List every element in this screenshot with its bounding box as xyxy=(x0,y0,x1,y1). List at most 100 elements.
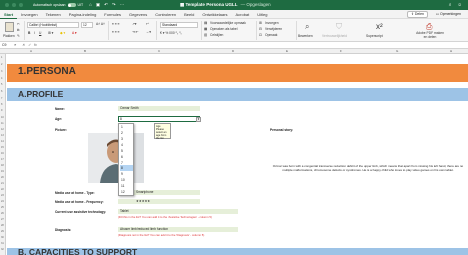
cell-styles-icon[interactable]: ▥ xyxy=(204,33,207,37)
format-table-button[interactable]: Opmaken als tabel xyxy=(210,27,238,31)
italic-button[interactable]: I xyxy=(34,31,35,35)
column-header[interactable]: G xyxy=(396,49,398,54)
copy-icon[interactable]: ⧉ xyxy=(17,28,19,32)
maximize-window-button[interactable] xyxy=(19,3,23,7)
magnifier-icon[interactable]: ⌕ xyxy=(305,22,309,32)
create-pdf-button[interactable]: Adobe PDF maken en delen xyxy=(414,31,446,39)
tab-draw[interactable]: Tekenen xyxy=(42,10,65,19)
conditional-format-icon[interactable]: ▤ xyxy=(204,21,207,25)
row-header[interactable]: 24 xyxy=(1,200,4,203)
tab-formulas[interactable]: Formules xyxy=(100,10,125,19)
dropdown-arrow-icon[interactable]: ▾ xyxy=(196,117,201,122)
column-header[interactable]: B xyxy=(84,49,86,54)
row-header[interactable]: 26 xyxy=(1,212,4,215)
save-icon[interactable]: ▣ xyxy=(96,2,100,8)
assistive-tech-value-cell[interactable]: Tablet xyxy=(118,209,238,214)
row-header[interactable]: 31 xyxy=(1,242,4,245)
table-icon[interactable]: ▦ xyxy=(204,27,207,31)
dropdown-option[interactable]: 1 xyxy=(121,125,123,129)
format-cells-icon[interactable]: ⊡ xyxy=(259,33,262,37)
row-header[interactable]: 29 xyxy=(1,230,4,233)
currency-icon[interactable]: € ▾ % 000 ⁰₀ ⁰₀ xyxy=(160,31,182,35)
column-header[interactable]: A xyxy=(30,49,32,54)
row-header[interactable]: 8 xyxy=(1,103,2,106)
function-icon[interactable]: fx xyxy=(34,43,37,47)
wrap-text-icon[interactable]: ↵ xyxy=(146,22,149,26)
namebox-dropdown-icon[interactable]: ▾ xyxy=(14,43,16,47)
tab-view[interactable]: Beeld xyxy=(180,10,198,19)
comments-button[interactable]: ▭ Opmerkingen xyxy=(433,11,464,18)
media-frequency-value-cell[interactable]: ★★★★★ xyxy=(118,199,200,204)
insert-cells-icon[interactable]: ⊞ xyxy=(259,21,262,25)
paste-label[interactable]: Plakken xyxy=(3,34,15,38)
column-header[interactable]: F xyxy=(340,49,342,54)
row-header[interactable]: 32 xyxy=(1,248,4,251)
merge-icon[interactable]: ⇔▾ xyxy=(146,30,151,34)
tab-insert[interactable]: Invoegen xyxy=(17,10,41,19)
confirm-icon[interactable]: ✓ xyxy=(28,43,31,47)
dropdown-option[interactable]: 4 xyxy=(121,143,123,147)
row-header[interactable]: 20 xyxy=(1,176,4,179)
font-size-select[interactable]: 12 xyxy=(81,22,93,28)
align-top-icon[interactable]: ≡ ≡ ≡ xyxy=(112,22,120,26)
row-header[interactable]: 13 xyxy=(1,134,4,137)
dropdown-option[interactable]: 12 xyxy=(121,190,125,194)
tab-page-layout[interactable]: Pagina-indeling xyxy=(65,10,101,19)
row-header[interactable]: 30 xyxy=(1,236,4,239)
row-header[interactable]: 28 xyxy=(1,224,4,227)
row-header[interactable]: 17 xyxy=(1,158,4,161)
name-box[interactable]: C9 xyxy=(2,43,22,48)
row-header[interactable]: 12 xyxy=(1,128,4,131)
minimize-window-button[interactable] xyxy=(12,3,16,7)
row-header[interactable]: 1 xyxy=(1,56,2,59)
dropdown-option[interactable]: 11 xyxy=(121,184,124,188)
home-icon[interactable]: ⌂ xyxy=(89,2,92,8)
clipboard-icon[interactable] xyxy=(5,22,14,32)
tab-help[interactable]: Uitleg xyxy=(253,10,271,19)
personal-story-text[interactable]: Ozmar was born with a congenital transve… xyxy=(270,164,466,172)
conditional-format-button[interactable]: Voorwaardelijke opmaak xyxy=(210,21,246,25)
row-header[interactable]: 5 xyxy=(1,83,2,86)
person-icon[interactable]: ☺ xyxy=(457,2,462,7)
redo-icon[interactable]: ↷ xyxy=(112,2,116,8)
tab-developer[interactable]: Ontwikkelaars xyxy=(198,10,231,19)
column-header[interactable]: C xyxy=(158,49,160,54)
bold-button[interactable]: B xyxy=(28,31,30,35)
number-format-select[interactable]: Standaard xyxy=(160,22,198,28)
insert-cells-button[interactable]: Invoegen xyxy=(265,21,279,25)
more-icon[interactable]: ⋯ xyxy=(120,2,125,8)
diagnosis-value-cell[interactable]: Abuser limb/reduced limb function xyxy=(118,227,238,232)
cut-icon[interactable]: ✂ xyxy=(17,22,20,26)
column-header[interactable]: H xyxy=(450,49,452,54)
dropdown-option[interactable]: 5 xyxy=(121,149,123,153)
close-window-button[interactable] xyxy=(5,3,9,7)
dropdown-option[interactable]: 7 xyxy=(121,161,123,165)
edit-button[interactable]: Bewerken xyxy=(298,34,313,38)
dropdown-option[interactable]: 9 xyxy=(121,172,123,176)
indent-icon[interactable]: ⇥ ⇤ xyxy=(132,30,138,34)
row-header[interactable]: 15 xyxy=(1,146,4,149)
row-header[interactable]: 9 xyxy=(1,109,2,112)
font-name-select[interactable]: Calibri (Hoofdtekst) xyxy=(27,22,79,28)
dropdown-option[interactable]: 2 xyxy=(121,131,123,135)
row-header[interactable]: 11 xyxy=(1,122,4,125)
row-header[interactable]: 7 xyxy=(1,97,2,100)
delete-cells-button[interactable]: Verwijderen xyxy=(265,27,282,31)
delete-cells-icon[interactable]: ⊟ xyxy=(259,27,262,31)
column-header[interactable]: D xyxy=(232,49,234,54)
fill-color-icon[interactable]: ◆ ▾ xyxy=(60,31,65,35)
dropdown-option[interactable]: 10 xyxy=(121,178,125,182)
cancel-icon[interactable]: ✕ xyxy=(22,43,25,47)
font-color-icon[interactable]: A ▾ xyxy=(72,31,77,35)
row-header[interactable]: 16 xyxy=(1,152,4,155)
format-cells-button[interactable]: Opmaak xyxy=(265,33,277,37)
underline-button[interactable]: U xyxy=(39,31,41,35)
row-header[interactable]: 25 xyxy=(1,206,4,209)
tab-start[interactable]: Start xyxy=(0,10,18,19)
dropdown-option[interactable]: 8 xyxy=(121,166,123,170)
superscript-button[interactable]: Superscript xyxy=(366,34,383,38)
row-header[interactable]: 2 xyxy=(1,63,2,66)
tab-acrobat[interactable]: Acrobat xyxy=(231,10,253,19)
row-header[interactable]: 21 xyxy=(1,182,4,185)
name-value-cell[interactable]: Ozmar Smith xyxy=(118,106,200,111)
